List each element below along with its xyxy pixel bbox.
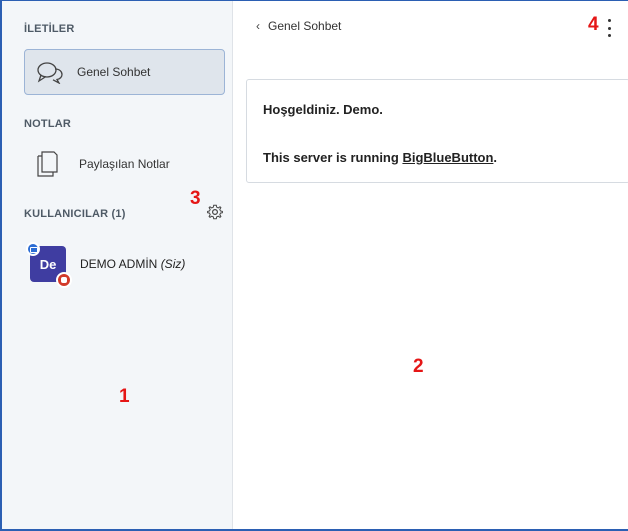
user-you-label: (Siz) xyxy=(160,257,186,271)
users-section-title: KULLANICILAR (1) xyxy=(24,208,126,220)
bigbluebutton-link[interactable]: BigBlueButton xyxy=(402,150,493,165)
user-list-item[interactable]: De DEMO ADMİN (Siz) xyxy=(26,239,230,289)
muted-mic-badge-icon xyxy=(56,272,72,288)
messages-section-title: İLETİLER xyxy=(24,23,75,35)
user-name: DEMO ADMİN (Siz) xyxy=(80,257,185,271)
chevron-left-icon: ‹ xyxy=(256,19,260,33)
avatar-initials: De xyxy=(39,256,57,272)
annotation-4: 4 xyxy=(588,14,599,35)
chat-item-label: Genel Sohbet xyxy=(77,65,151,79)
welcome-prefix: This server is running xyxy=(263,150,403,165)
welcome-message: Hoşgeldiniz. Demo. This server is runnin… xyxy=(246,79,628,183)
welcome-server-info: This server is running BigBlueButton. xyxy=(263,150,497,165)
back-to-chat-button[interactable]: ‹ Genel Sohbet xyxy=(256,19,341,33)
gear-icon[interactable] xyxy=(207,204,223,220)
chat-bubbles-icon xyxy=(35,59,65,85)
notes-item-label: Paylaşılan Notlar xyxy=(79,157,170,171)
presenter-badge-icon xyxy=(26,242,40,256)
avatar: De xyxy=(26,242,72,288)
annotation-1: 1 xyxy=(119,386,130,407)
annotation-2: 2 xyxy=(413,356,424,377)
annotation-3: 3 xyxy=(190,188,201,209)
welcome-suffix: . xyxy=(493,150,498,165)
user-name-text: DEMO ADMİN xyxy=(80,257,158,271)
sidebar: İLETİLER Genel Sohbet NOTLAR Paylaşılan … xyxy=(2,1,233,529)
notes-section-title: NOTLAR xyxy=(24,118,72,130)
document-icon xyxy=(35,150,59,178)
sidebar-item-shared-notes[interactable]: Paylaşılan Notlar xyxy=(24,141,225,187)
chat-panel: ‹ Genel Sohbet Hoşgeldiniz. Demo. This s… xyxy=(234,1,628,529)
kebab-menu-icon[interactable] xyxy=(604,19,614,37)
chat-header-title: Genel Sohbet xyxy=(268,19,342,33)
sidebar-item-public-chat[interactable]: Genel Sohbet xyxy=(24,49,225,95)
welcome-greeting: Hoşgeldiniz. Demo. xyxy=(263,102,383,117)
